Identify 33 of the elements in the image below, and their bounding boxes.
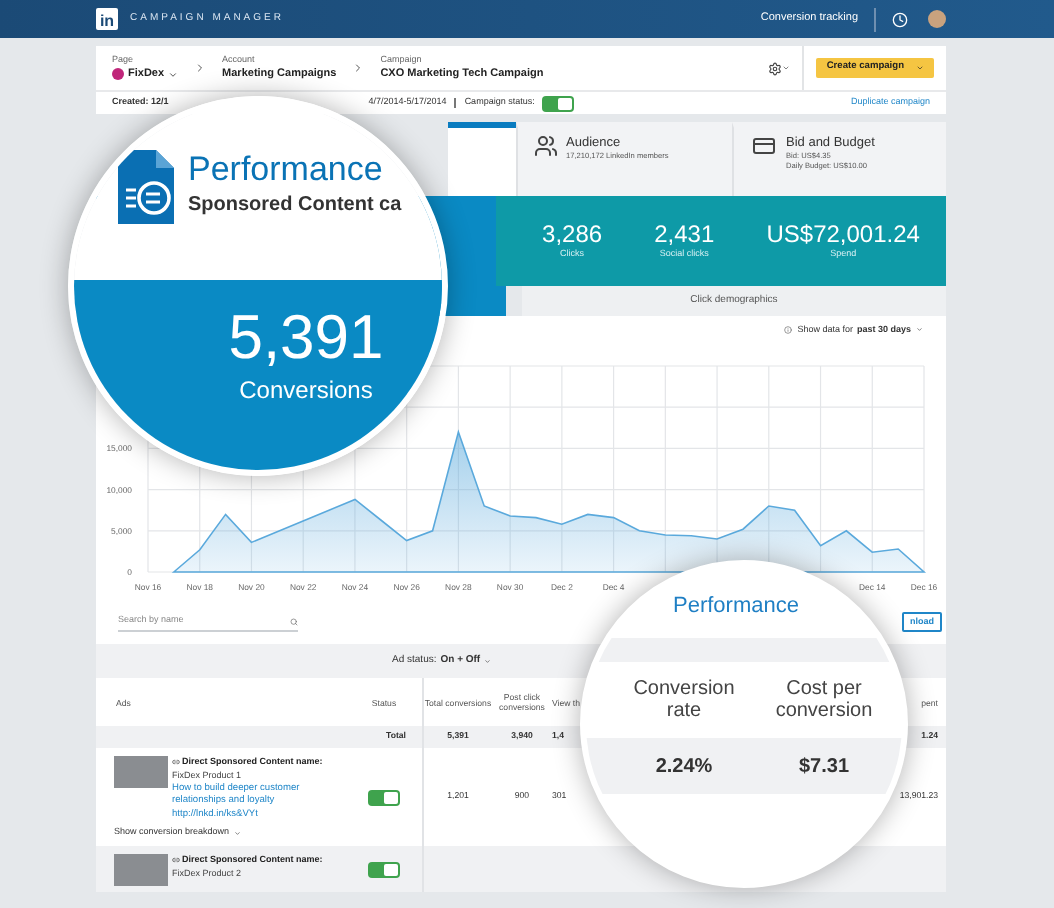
photo-placeholder (114, 756, 168, 788)
chevron-right-icon (352, 62, 365, 74)
conversions-value: 5,391 (228, 304, 384, 372)
caret-icon (168, 69, 179, 79)
stat-value: US$72,001.24 (766, 221, 920, 248)
document-icon (118, 150, 174, 224)
toggle-switch[interactable] (368, 861, 400, 877)
conversions-label: Conversions (239, 374, 373, 408)
toggle-switch[interactable] (368, 789, 400, 805)
chevron-right-icon (194, 62, 207, 74)
stat-value: 3,286 (542, 221, 603, 248)
info-icon (783, 326, 792, 334)
caret-icon (484, 657, 492, 665)
magnified-value: 2.24% (653, 753, 715, 781)
logo: in (96, 8, 118, 30)
card-icon (750, 134, 778, 158)
page-logo-icon (112, 68, 124, 80)
magnified-value: $7.31 (796, 753, 852, 781)
settings-icon[interactable] (768, 61, 783, 75)
tab[interactable] (448, 122, 516, 196)
stat-value: 2,431 (654, 221, 715, 248)
caret-icon (233, 829, 241, 837)
magnified-column-header: Cost per conversion (773, 678, 875, 722)
avatar[interactable] (928, 10, 946, 28)
people-icon (534, 134, 558, 158)
magnified-title: Performance (673, 592, 799, 622)
magnified-column-header: Conversion rate (631, 678, 737, 722)
clock-icon[interactable] (892, 11, 908, 27)
photo-placeholder (114, 854, 168, 886)
magnified-title: Performance (188, 150, 385, 190)
toggle-switch[interactable] (542, 95, 575, 111)
search-icon (290, 617, 298, 625)
magnified-subtitle: Sponsored Content ca (188, 192, 402, 220)
